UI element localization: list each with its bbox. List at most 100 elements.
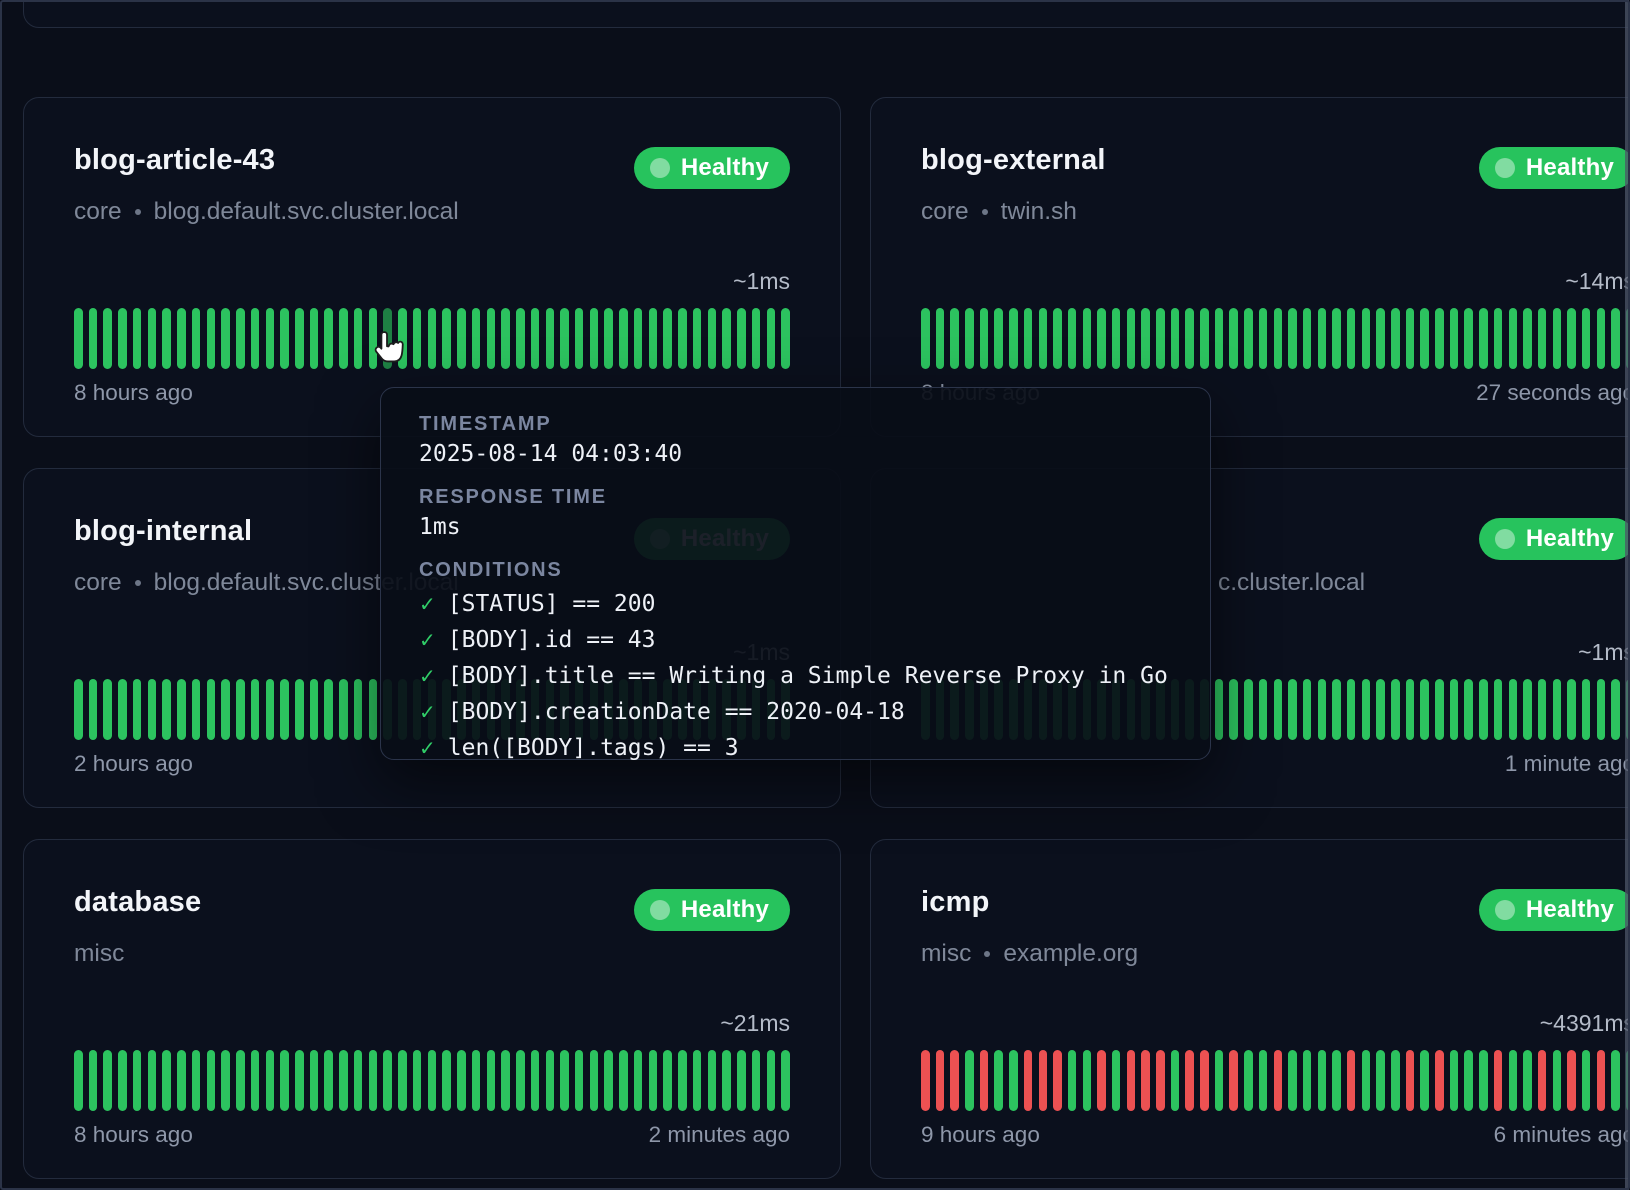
bar-up[interactable] — [1200, 308, 1209, 369]
bar-down[interactable] — [1200, 1050, 1209, 1111]
bar-up[interactable] — [148, 1050, 157, 1111]
bar-up[interactable] — [965, 1050, 974, 1111]
bar-down[interactable] — [1229, 1050, 1238, 1111]
bar-up[interactable] — [148, 308, 157, 369]
bar-down[interactable] — [1494, 1050, 1503, 1111]
bar-up[interactable] — [1347, 308, 1356, 369]
bar-up[interactable] — [950, 308, 959, 369]
bar-up[interactable] — [634, 308, 643, 369]
bar-up[interactable] — [118, 679, 127, 740]
bar-up[interactable] — [133, 1050, 142, 1111]
uptime-bars[interactable] — [74, 308, 790, 369]
bar-up[interactable] — [767, 308, 776, 369]
uptime-bars[interactable] — [921, 308, 1630, 369]
bar-down[interactable] — [1141, 1050, 1150, 1111]
bar-up[interactable] — [472, 308, 481, 369]
bar-up[interactable] — [678, 1050, 687, 1111]
bar-up[interactable] — [1362, 679, 1371, 740]
bar-up[interactable] — [207, 679, 216, 740]
bar-up[interactable] — [604, 308, 613, 369]
bar-up[interactable] — [1009, 1050, 1018, 1111]
bar-up[interactable] — [1171, 1050, 1180, 1111]
card-partial-top[interactable] — [23, 0, 1630, 28]
bar-up[interactable] — [1611, 1050, 1620, 1111]
bar-up[interactable] — [1553, 1050, 1562, 1111]
bar-up[interactable] — [1494, 679, 1503, 740]
uptime-bars[interactable] — [921, 1050, 1630, 1111]
bar-up[interactable] — [994, 308, 1003, 369]
bar-up[interactable] — [1567, 679, 1576, 740]
bar-up[interactable] — [413, 308, 422, 369]
bar-up[interactable] — [74, 308, 83, 369]
bar-up[interactable] — [324, 308, 333, 369]
bar-up[interactable] — [1362, 308, 1371, 369]
bar-up[interactable] — [649, 1050, 658, 1111]
bar-up[interactable] — [251, 1050, 260, 1111]
bar-up[interactable] — [1112, 308, 1121, 369]
bar-up[interactable] — [1464, 1050, 1473, 1111]
bar-up[interactable] — [177, 308, 186, 369]
bar-up[interactable] — [428, 1050, 437, 1111]
bar-up[interactable] — [1318, 679, 1327, 740]
bar-up[interactable] — [442, 308, 451, 369]
bar-up[interactable] — [767, 1050, 776, 1111]
uptime-bars[interactable] — [74, 1050, 790, 1111]
bar-down[interactable] — [1039, 1050, 1048, 1111]
bar-up[interactable] — [398, 1050, 407, 1111]
bar-up[interactable] — [678, 308, 687, 369]
bar-up[interactable] — [383, 1050, 392, 1111]
bar-up[interactable] — [354, 308, 363, 369]
bar-up[interactable] — [1039, 308, 1048, 369]
bar-up[interactable] — [590, 1050, 599, 1111]
bar-up[interactable] — [133, 679, 142, 740]
bar-up[interactable] — [207, 1050, 216, 1111]
bar-up[interactable] — [994, 1050, 1003, 1111]
bar-up[interactable] — [546, 1050, 555, 1111]
bar-up[interactable] — [1303, 1050, 1312, 1111]
bar-up[interactable] — [280, 1050, 289, 1111]
bar-up[interactable] — [516, 1050, 525, 1111]
bar-up[interactable] — [1244, 308, 1253, 369]
bar-up[interactable] — [1274, 679, 1283, 740]
card-blog-article-43[interactable]: blog-article-43 core blog.default.svc.cl… — [23, 97, 841, 437]
bar-up[interactable] — [354, 679, 363, 740]
bar-up[interactable] — [1127, 308, 1136, 369]
bar-up[interactable] — [1479, 1050, 1488, 1111]
bar-up[interactable] — [1288, 1050, 1297, 1111]
bar-up[interactable] — [487, 308, 496, 369]
bar-up[interactable] — [1553, 308, 1562, 369]
bar-up[interactable] — [693, 1050, 702, 1111]
bar-down[interactable] — [936, 1050, 945, 1111]
bar-up[interactable] — [531, 1050, 540, 1111]
bar-up[interactable] — [236, 679, 245, 740]
bar-down[interactable] — [980, 1050, 989, 1111]
bar-down[interactable] — [1097, 1050, 1106, 1111]
bar-down[interactable] — [1024, 1050, 1033, 1111]
bar-up[interactable] — [1538, 308, 1547, 369]
bar-up[interactable] — [1553, 679, 1562, 740]
bar-up[interactable] — [663, 308, 672, 369]
bar-up[interactable] — [1582, 308, 1591, 369]
bar-up[interactable] — [1450, 308, 1459, 369]
bar-up[interactable] — [280, 679, 289, 740]
bar-up[interactable] — [428, 308, 437, 369]
bar-down[interactable] — [1274, 1050, 1283, 1111]
bar-up[interactable] — [1597, 679, 1606, 740]
bar-up[interactable] — [752, 1050, 761, 1111]
bar-up[interactable] — [413, 1050, 422, 1111]
bar-up[interactable] — [207, 308, 216, 369]
bar-down[interactable] — [1185, 1050, 1194, 1111]
bar-up[interactable] — [324, 679, 333, 740]
bar-up[interactable] — [1435, 308, 1444, 369]
bar-up[interactable] — [1347, 679, 1356, 740]
bar-up[interactable] — [1450, 679, 1459, 740]
bar-up[interactable] — [1332, 308, 1341, 369]
bar-up[interactable] — [295, 1050, 304, 1111]
bar-up[interactable] — [1406, 308, 1415, 369]
bar-up[interactable] — [89, 308, 98, 369]
bar-up[interactable] — [693, 308, 702, 369]
bar-up[interactable] — [708, 308, 717, 369]
bar-down[interactable] — [1347, 1050, 1356, 1111]
bar-up[interactable] — [1332, 1050, 1341, 1111]
bar-up[interactable] — [310, 308, 319, 369]
